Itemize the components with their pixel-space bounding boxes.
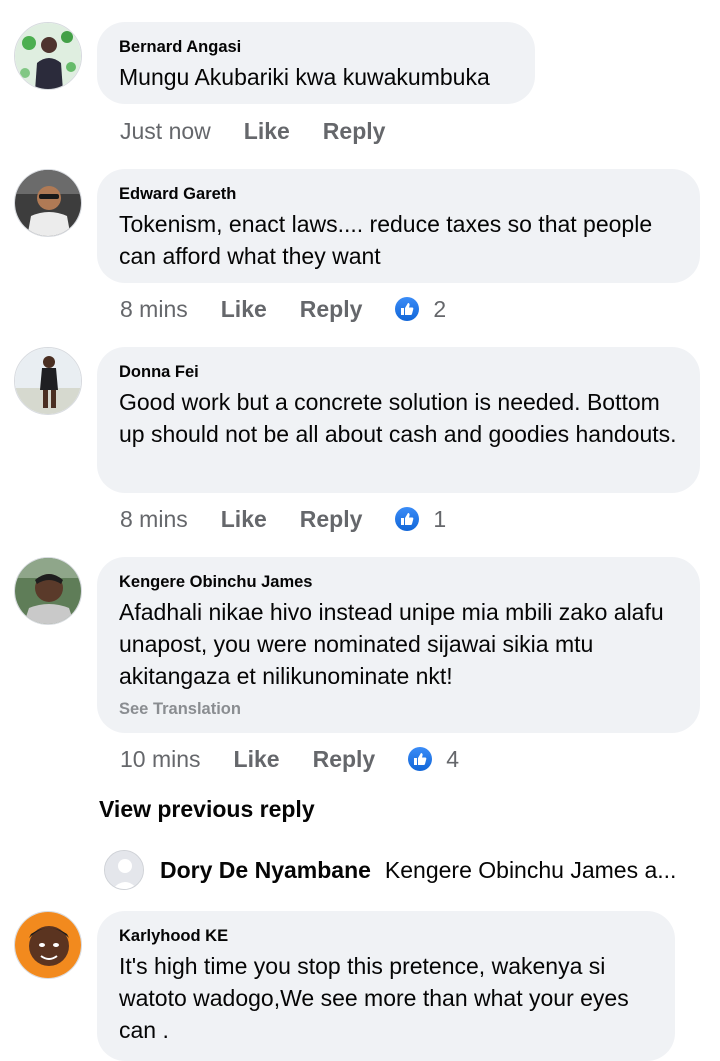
- comment-bubble: Edward Gareth Tokenism, enact laws.... r…: [97, 169, 700, 283]
- avatar[interactable]: [14, 347, 82, 415]
- comment-text: Tokenism, enact laws.... reduce taxes so…: [119, 211, 659, 269]
- comment-bubble: Kengere Obinchu James Afadhali nikae hiv…: [97, 557, 700, 733]
- comment-author[interactable]: Karlyhood KE: [119, 927, 653, 946]
- reply-preview[interactable]: Dory De Nyambane Kengere Obinchu James a…: [104, 848, 704, 892]
- comment-text: Good work but a concrete solution is nee…: [119, 389, 677, 447]
- avatar[interactable]: [104, 850, 144, 890]
- comment-author[interactable]: Donna Fei: [119, 363, 678, 382]
- avatar[interactable]: [14, 22, 82, 90]
- comment-author[interactable]: Bernard Angasi: [119, 38, 513, 57]
- comment-author[interactable]: Kengere Obinchu James: [119, 573, 678, 592]
- comment-bubble: Donna Fei Good work but a concrete solut…: [97, 347, 700, 493]
- comment-actions: 8 mins Like Reply 1: [120, 501, 446, 537]
- thumbs-up-icon: [395, 507, 420, 531]
- thumbs-up-icon: [395, 297, 420, 321]
- comment-time[interactable]: 10 mins: [120, 746, 201, 773]
- comment-actions: 8 mins Like Reply 2: [120, 291, 446, 327]
- see-translation-link[interactable]: See Translation: [119, 700, 678, 719]
- avatar[interactable]: [14, 169, 82, 237]
- comment-actions: Just now Like Reply: [120, 113, 418, 149]
- comment-author[interactable]: Edward Gareth: [119, 185, 678, 204]
- reply-text: Kengere Obinchu James a...: [384, 856, 677, 883]
- comment-bubble: Bernard Angasi Mungu Akubariki kwa kuwak…: [97, 22, 535, 104]
- comment-text: It's high time you stop this pretence, w…: [119, 953, 636, 1043]
- like-button[interactable]: Like: [234, 746, 280, 773]
- reaction-summary[interactable]: 4: [408, 746, 459, 773]
- reaction-count: 4: [446, 745, 460, 772]
- thumbs-up-icon: [408, 747, 433, 771]
- reply-button[interactable]: Reply: [300, 296, 363, 323]
- reaction-summary[interactable]: 2: [395, 296, 446, 323]
- avatar[interactable]: [14, 911, 82, 979]
- comment-actions: 10 mins Like Reply 4: [120, 741, 459, 777]
- like-button[interactable]: Like: [221, 296, 267, 323]
- comment-time[interactable]: Just now: [120, 118, 211, 145]
- comment-bubble: Karlyhood KE It's high time you stop thi…: [97, 911, 675, 1061]
- reaction-count: 2: [433, 295, 447, 322]
- like-button[interactable]: Like: [221, 506, 267, 533]
- reaction-summary[interactable]: 1: [395, 506, 446, 533]
- comment-text: Afadhali nikae hivo instead unipe mia mb…: [119, 599, 671, 689]
- comment-time[interactable]: 8 mins: [120, 296, 188, 323]
- avatar[interactable]: [14, 557, 82, 625]
- reaction-count: 1: [433, 505, 447, 532]
- like-button[interactable]: Like: [244, 118, 290, 145]
- reply-button[interactable]: Reply: [313, 746, 376, 773]
- comment-text: Mungu Akubariki kwa kuwakumbuka: [119, 64, 490, 90]
- reply-author[interactable]: Dory De Nyambane: [160, 857, 371, 884]
- reply-button[interactable]: Reply: [323, 118, 386, 145]
- reply-button[interactable]: Reply: [300, 506, 363, 533]
- view-previous-reply-link[interactable]: View previous reply: [99, 796, 315, 823]
- comment-time[interactable]: 8 mins: [120, 506, 188, 533]
